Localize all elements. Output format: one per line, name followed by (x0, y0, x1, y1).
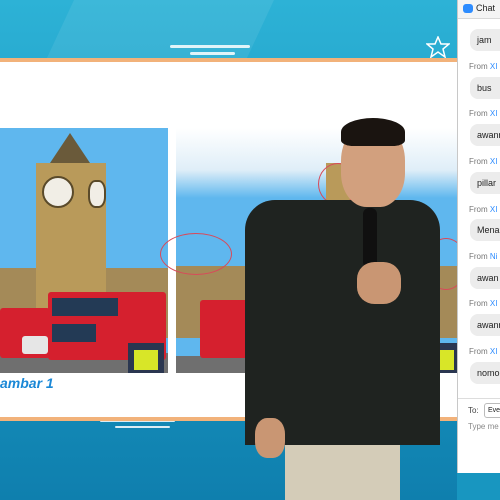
microphone (363, 208, 377, 268)
recipient-label: To: (468, 406, 479, 415)
presenter (245, 118, 440, 500)
background-shape (46, 0, 274, 60)
chat-header: Chat (458, 0, 500, 19)
background-stripe (190, 52, 235, 55)
chat-sender-line: From XI (469, 299, 498, 308)
chat-icon (463, 4, 473, 13)
chat-message: Mena (470, 219, 500, 241)
chat-sender-line: From XI (469, 205, 498, 214)
chat-sender-name: XI (489, 157, 498, 166)
chat-sender-name: XI (489, 109, 498, 118)
slide-caption: ambar 1 (0, 375, 54, 391)
chat-sender-line: From XI (469, 347, 498, 356)
background-stripe (115, 426, 170, 428)
chat-sender-name: XI (489, 299, 498, 308)
chat-message: pillar (470, 172, 500, 194)
chat-message: bus (470, 77, 500, 99)
chat-message: awanr (470, 314, 500, 336)
presenter-hand (255, 418, 285, 458)
chat-message: awanr (470, 124, 500, 146)
safety-vest (134, 350, 158, 370)
slide-image-1 (0, 128, 168, 373)
chat-message: nomo (470, 362, 500, 384)
car (22, 336, 48, 354)
chat-sender-name: XI (489, 62, 498, 71)
presenter-hair (341, 118, 405, 146)
background-stripe (170, 45, 250, 48)
background-strip (457, 473, 500, 500)
bus (200, 300, 248, 358)
chat-sender-name: XI (489, 205, 498, 214)
star-icon (426, 36, 450, 58)
chat-message: awan (470, 267, 500, 289)
presenter-shirt (245, 200, 440, 445)
chat-sender-name: Ni (489, 252, 498, 261)
difference-circle (160, 233, 232, 275)
recipient-select[interactable]: Eve (484, 403, 500, 418)
chat-title: Chat (476, 3, 496, 13)
chat-sender-line: From Ni (469, 252, 498, 261)
presenter-pants (285, 436, 400, 500)
clock-face (42, 176, 74, 208)
presenter-hand (357, 262, 401, 304)
chat-panel: Chat jam From XI bus From XI awanr From … (457, 0, 500, 473)
clock-face (88, 180, 106, 208)
chat-sender-line: From XI (469, 157, 498, 166)
chat-sender-line: From XI (469, 62, 498, 71)
chat-recipient-row: To: Eve (458, 398, 500, 421)
tower-roof (50, 133, 90, 163)
chat-sender-name: XI (489, 347, 498, 356)
chat-message-input[interactable]: Type me (468, 422, 499, 431)
chat-message: jam (470, 29, 500, 51)
chat-sender-line: From XI (469, 109, 498, 118)
